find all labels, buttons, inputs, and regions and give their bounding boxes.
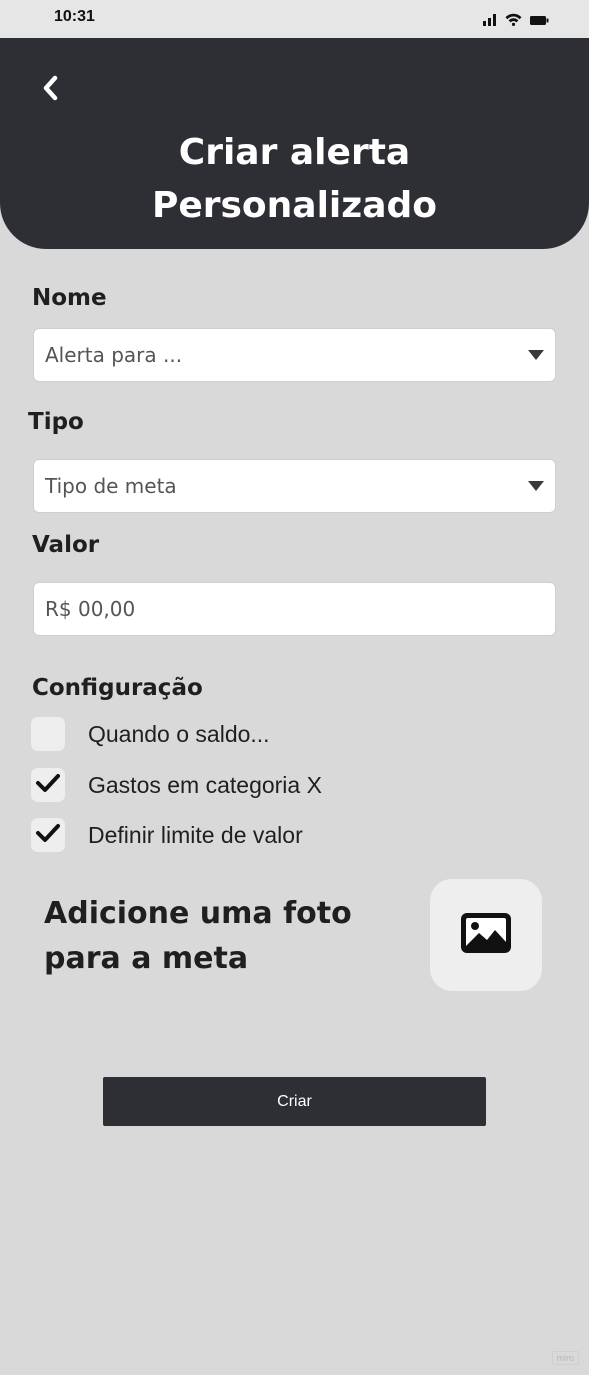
watermark: miro <box>551 1351 579 1365</box>
signal-icon <box>483 11 497 30</box>
type-select[interactable]: Tipo de meta <box>33 459 556 513</box>
config-option-label: Gastos em categoria X <box>88 771 322 798</box>
name-label: Nome <box>32 285 107 311</box>
checkbox-unchecked[interactable] <box>31 717 65 751</box>
create-button[interactable]: Criar <box>103 1077 486 1126</box>
type-label: Tipo <box>28 409 84 435</box>
add-photo-button[interactable] <box>430 879 542 991</box>
type-select-placeholder: Tipo de meta <box>45 474 177 498</box>
config-option-limit[interactable]: Definir limite de valor <box>31 818 303 852</box>
photo-prompt-line2: para a meta <box>44 941 249 976</box>
page-title-line2: Personalizado <box>151 185 438 226</box>
value-label: Valor <box>32 532 100 558</box>
config-option-category[interactable]: Gastos em categoria X <box>31 768 322 802</box>
name-select[interactable]: Alerta para ... <box>33 328 556 382</box>
caret-down-icon <box>528 350 544 360</box>
header: Criar alerta Personalizado <box>0 38 589 249</box>
config-label: Configuração <box>32 675 203 701</box>
checkmark-icon <box>35 772 61 798</box>
chevron-left-icon <box>40 73 62 107</box>
image-icon <box>461 913 511 957</box>
status-icons <box>483 11 549 30</box>
back-button[interactable] <box>34 72 68 108</box>
battery-icon <box>530 11 549 30</box>
page-title: Criar alerta Personalizado <box>0 126 589 232</box>
config-option-label: Definir limite de valor <box>88 821 303 848</box>
photo-prompt-line1: Adicione uma foto <box>44 896 352 931</box>
photo-prompt: Adicione uma foto para a meta <box>44 891 384 981</box>
status-time: 10:31 <box>54 8 95 25</box>
checkbox-checked[interactable] <box>31 818 65 852</box>
value-input[interactable]: R$ 00,00 <box>33 582 556 636</box>
checkbox-checked[interactable] <box>31 768 65 802</box>
checkmark-icon <box>35 822 61 848</box>
config-option-balance[interactable]: Quando o saldo... <box>31 717 270 751</box>
config-option-label: Quando o saldo... <box>88 720 270 747</box>
page-title-line1: Criar alerta <box>178 132 411 173</box>
status-bar: 10:31 <box>0 0 589 38</box>
name-select-placeholder: Alerta para ... <box>45 343 183 367</box>
value-input-placeholder: R$ 00,00 <box>45 597 136 621</box>
caret-down-icon <box>528 481 544 491</box>
wifi-icon <box>505 11 522 30</box>
